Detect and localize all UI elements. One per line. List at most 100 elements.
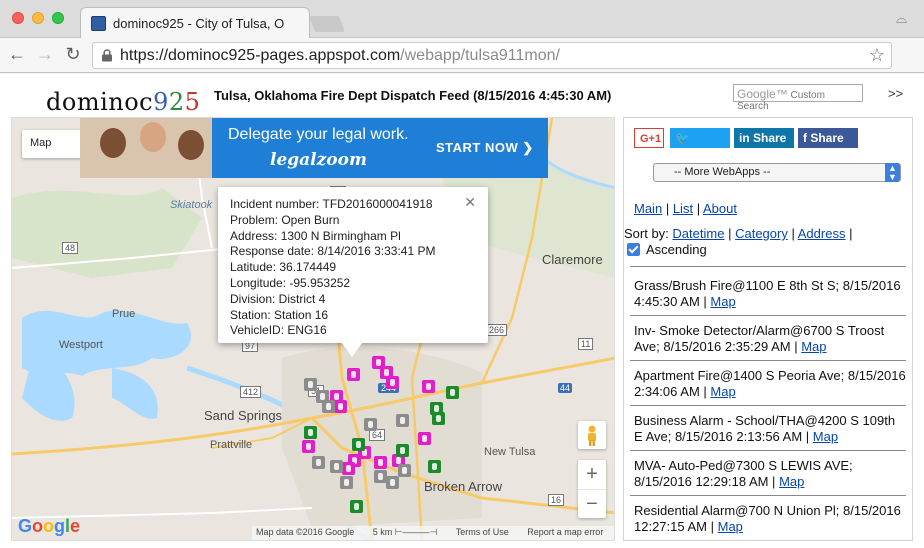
url-text: https://dominoc925-pages.appspot.com/web…: [120, 47, 560, 64]
google-plus-button[interactable]: G+1: [634, 128, 664, 148]
facebook-share-button[interactable]: f Share: [798, 128, 858, 148]
ad-headline: Delegate your legal work.: [228, 126, 409, 143]
report-map-error-link[interactable]: Report a map error: [527, 527, 603, 537]
fire-marker-icon[interactable]: [342, 462, 355, 475]
forward-arrow-icon[interactable]: →: [34, 43, 56, 65]
list-divider: [630, 450, 906, 451]
ad-photo: [80, 118, 212, 178]
zoom-in-button[interactable]: +: [578, 460, 606, 488]
sort-datetime-link[interactable]: Datetime: [672, 226, 724, 241]
route-412-shield: 412: [240, 386, 262, 398]
medic-marker-icon[interactable]: [446, 386, 459, 399]
alarm-marker-icon[interactable]: [304, 378, 317, 391]
address-bar[interactable]: https://dominoc925-pages.appspot.com/web…: [92, 42, 892, 69]
ad-banner[interactable]: Delegate your legal work. legalzoom STAR…: [80, 118, 548, 178]
medic-marker-icon[interactable]: [304, 426, 317, 439]
info-address: Address: 1300 N Birmingham Pl: [230, 228, 401, 243]
ad-brand: legalzoom: [270, 150, 367, 170]
medic-marker-icon[interactable]: [428, 460, 441, 473]
fire-marker-icon[interactable]: [302, 440, 315, 453]
zoom-out-button[interactable]: −: [578, 489, 606, 517]
close-window-button[interactable]: [12, 12, 24, 24]
back-arrow-icon[interactable]: ←: [6, 43, 28, 65]
close-icon[interactable]: ✕: [464, 194, 476, 211]
select-arrows-icon: ▲ ▼: [885, 163, 900, 182]
alarm-marker-icon[interactable]: [330, 460, 343, 473]
terms-of-use-link[interactable]: Terms of Use: [456, 527, 509, 537]
sort-category-link[interactable]: Category: [735, 226, 788, 241]
map-link[interactable]: Map: [779, 474, 804, 489]
checkbox-checked-icon[interactable]: [627, 243, 640, 256]
alarm-marker-icon[interactable]: [322, 400, 335, 413]
site-logo[interactable]: dominoc925: [46, 88, 200, 116]
list-divider: [630, 360, 906, 361]
fire-marker-icon[interactable]: [347, 368, 360, 381]
route-266-shield: 266: [486, 324, 508, 336]
map-data-credit: Map data ©2016 Google: [256, 527, 355, 537]
alarm-marker-icon[interactable]: [364, 418, 377, 431]
map-link[interactable]: Map: [813, 429, 838, 444]
nav-links: Main | List | About: [634, 201, 737, 216]
info-response-date: Response date: 8/14/2016 3:33:41 PM: [230, 244, 436, 259]
map-label-sand-springs: Sand Springs: [204, 408, 283, 423]
zoom-control: + −: [578, 460, 606, 518]
list-divider: [630, 495, 906, 496]
alarm-marker-icon[interactable]: [386, 476, 399, 489]
sort-address-link[interactable]: Address: [798, 226, 846, 241]
list-item: Apartment Fire@1400 S Peoria Ave; 8/15/2…: [634, 368, 906, 399]
fire-marker-icon[interactable]: [386, 376, 399, 389]
ascending-checkbox[interactable]: Ascending: [627, 242, 707, 257]
browser-titlebar: dominoc925 - City of Tulsa, O ⌓: [0, 0, 924, 38]
ad-start-button[interactable]: START NOW ❯: [436, 140, 534, 156]
list-item: MVA- Auto-Ped@7300 S LEWIS AVE; 8/15/201…: [634, 458, 853, 489]
info-incident-number: Incident number: TFD2016000041918: [230, 197, 433, 211]
fire-marker-icon[interactable]: [418, 432, 431, 445]
reload-icon[interactable]: ↻: [62, 43, 84, 65]
route-16-shield: 16: [548, 494, 565, 506]
expand-more-link[interactable]: >>: [888, 86, 903, 101]
list-item: Business Alarm - School/THA@4200 S 109th…: [634, 413, 896, 444]
route-11-shield: 11: [578, 338, 594, 350]
nav-main-link[interactable]: Main: [634, 201, 662, 216]
map-link[interactable]: Map: [801, 339, 826, 354]
google-logo[interactable]: Google: [18, 516, 80, 537]
medic-marker-icon[interactable]: [352, 438, 365, 451]
alarm-marker-icon[interactable]: [396, 414, 409, 427]
fire-marker-icon[interactable]: [422, 380, 435, 393]
alarm-marker-icon[interactable]: [398, 464, 411, 477]
fire-marker-icon[interactable]: [374, 456, 387, 469]
medic-marker-icon[interactable]: [432, 412, 445, 425]
google-custom-search-input[interactable]: Google™ Custom Search: [733, 84, 863, 112]
info-latitude: Latitude: 36.174449: [230, 260, 337, 275]
alarm-marker-icon[interactable]: [312, 456, 325, 469]
map-link[interactable]: Map: [710, 384, 735, 399]
nav-list-link[interactable]: List: [673, 201, 693, 216]
map-label-prue: Prue: [112, 308, 136, 320]
info-window-pointer: [342, 343, 362, 357]
medic-marker-icon[interactable]: [350, 500, 363, 513]
incident-map[interactable]: Map Skiatook Claremore Prue Westport San…: [11, 117, 615, 541]
incident-sidebar: G+1 🐦 Tweet in Share f Share -- More Web…: [623, 117, 913, 541]
map-label-broken-arrow: Broken Arrow: [424, 479, 503, 494]
map-label-new-tulsa: New Tulsa: [484, 446, 536, 458]
map-link[interactable]: Map: [718, 519, 743, 534]
nav-about-link[interactable]: About: [703, 201, 737, 216]
minimize-window-button[interactable]: [32, 12, 44, 24]
info-problem: Problem: Open Burn: [230, 212, 340, 227]
bookmark-star-icon[interactable]: ☆: [869, 45, 885, 66]
page-content: dominoc925 Tulsa, Oklahoma Fire Dept Dis…: [0, 74, 924, 548]
maximize-window-button[interactable]: [52, 12, 64, 24]
medic-marker-icon[interactable]: [396, 444, 409, 457]
lock-icon: [102, 49, 112, 62]
tweet-button[interactable]: 🐦 Tweet: [670, 128, 730, 165]
new-tab-button[interactable]: [309, 16, 345, 32]
map-label-skiatook: Skiatook: [170, 199, 213, 211]
incognito-icon: ⌓: [896, 10, 908, 26]
alarm-marker-icon[interactable]: [340, 476, 353, 489]
map-link[interactable]: Map: [710, 294, 735, 309]
browser-tab[interactable]: dominoc925 - City of Tulsa, O: [80, 7, 310, 38]
browser-toolbar: ← → ↻ https://dominoc925-pages.appspot.c…: [0, 38, 924, 105]
more-webapps-select[interactable]: -- More WebApps -- ▲ ▼: [653, 163, 901, 182]
street-view-pegman-icon[interactable]: [578, 421, 606, 449]
linkedin-share-button[interactable]: in Share: [734, 128, 794, 148]
